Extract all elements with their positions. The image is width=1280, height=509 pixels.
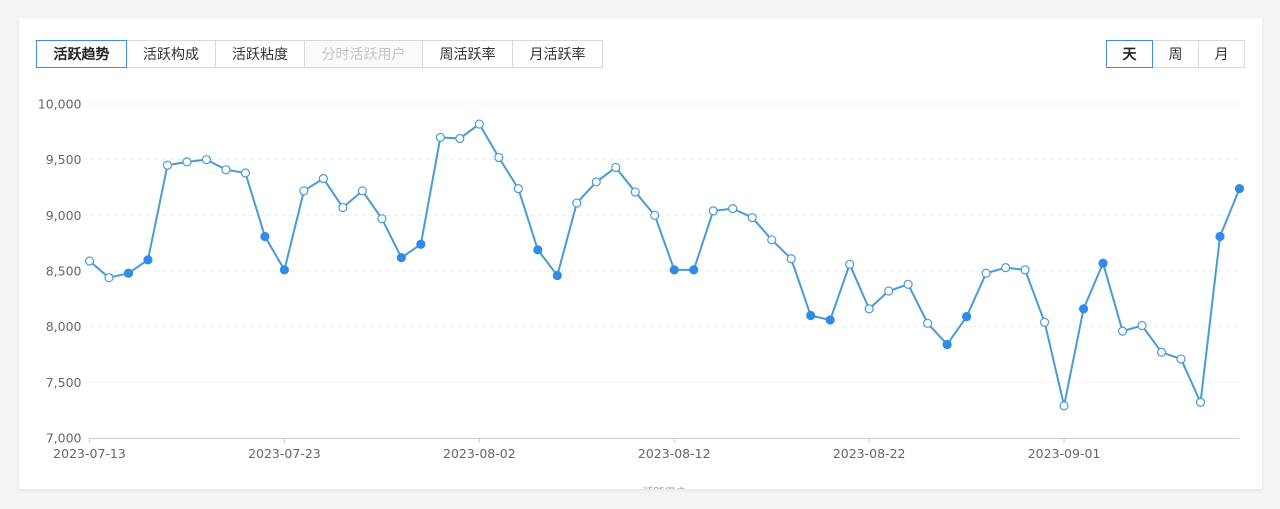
data-point — [1117, 326, 1128, 336]
x-tick-label: 2023-08-22 — [833, 446, 906, 461]
data-point — [240, 168, 251, 178]
data-point — [1059, 401, 1069, 411]
data-point — [84, 256, 95, 266]
data-point — [864, 304, 874, 314]
data-point — [630, 187, 640, 197]
data-point — [494, 152, 504, 163]
data-point-weekend — [962, 312, 972, 322]
x-tick-label: 2023-09-01 — [1028, 446, 1101, 461]
y-tick-label: 8,500 — [46, 264, 82, 279]
data-point — [377, 214, 387, 224]
data-point — [845, 259, 855, 269]
y-tick-label: 10,000 — [38, 97, 82, 112]
data-point-weekend — [806, 310, 816, 321]
data-point — [884, 286, 894, 296]
data-point — [728, 204, 738, 214]
data-point — [650, 210, 660, 220]
data-point-weekend — [260, 231, 270, 242]
data-point — [747, 212, 757, 223]
data-point — [318, 173, 328, 184]
x-tick-label: 2023-07-13 — [53, 446, 126, 461]
x-tick-label: 2023-08-12 — [638, 446, 711, 461]
data-point — [1195, 397, 1206, 407]
data-point — [299, 186, 309, 196]
data-point — [182, 157, 192, 167]
data-point — [104, 273, 114, 283]
series-line — [88, 123, 1241, 407]
data-point — [767, 235, 777, 245]
data-point-weekend — [1234, 184, 1245, 194]
data-point — [708, 206, 718, 216]
data-point-weekend — [1078, 304, 1089, 314]
data-point — [357, 186, 367, 196]
data-point-weekend — [396, 253, 406, 263]
data-point — [923, 318, 933, 328]
data-point — [572, 198, 582, 208]
tab-active-trend[interactable]: 活跃趋势 — [36, 40, 127, 68]
data-point — [1001, 263, 1011, 273]
data-point — [903, 279, 913, 289]
data-point — [162, 160, 173, 170]
data-point-weekend — [533, 245, 543, 255]
data-point — [1137, 320, 1147, 331]
data-point-weekend — [669, 265, 679, 275]
data-point-weekend — [552, 270, 562, 281]
data-point — [455, 133, 465, 144]
data-point-weekend — [123, 268, 134, 278]
data-point — [435, 132, 445, 143]
chart-card: 活跃趋势 活跃构成 活跃粘度 分时活跃用户 周活跃率 月活跃率 天 周 月 7,… — [19, 18, 1262, 489]
data-point-weekend — [942, 339, 952, 350]
data-point — [1156, 347, 1167, 357]
data-point — [474, 119, 484, 129]
data-point — [1176, 354, 1186, 364]
data-point-weekend — [416, 239, 426, 249]
data-point-weekend — [1098, 258, 1108, 268]
y-tick-label: 7,000 — [46, 431, 82, 446]
data-point — [338, 202, 348, 213]
y-tick-label: 9,500 — [46, 152, 82, 167]
data-point — [591, 177, 601, 187]
data-point-weekend — [143, 255, 153, 265]
data-point — [513, 184, 523, 194]
active-users-line-chart: 7,000 7,500 8,000 8,500 9,000 9,500 10,000 2023… — [38, 97, 1245, 489]
x-tick-label: 2023-08-02 — [443, 446, 516, 461]
data-point-weekend — [279, 265, 290, 275]
y-tick-label: 8,000 — [46, 319, 82, 334]
data-point-weekend — [1215, 231, 1225, 242]
data-point — [201, 155, 212, 165]
data-point — [981, 268, 991, 278]
x-tick-label: 2023-07-23 — [248, 446, 321, 461]
y-tick-label: 7,500 — [46, 375, 82, 390]
x-axis-title: 活跃用户 — [643, 485, 687, 489]
data-point — [611, 162, 621, 173]
period-day-button[interactable]: 天 — [1106, 40, 1153, 68]
data-point-weekend — [825, 315, 835, 325]
data-point — [1020, 265, 1030, 275]
data-point — [1039, 317, 1050, 327]
data-point-weekend — [689, 265, 699, 275]
data-point — [221, 165, 231, 175]
y-tick-label: 9,000 — [46, 208, 82, 223]
data-point — [786, 254, 796, 264]
